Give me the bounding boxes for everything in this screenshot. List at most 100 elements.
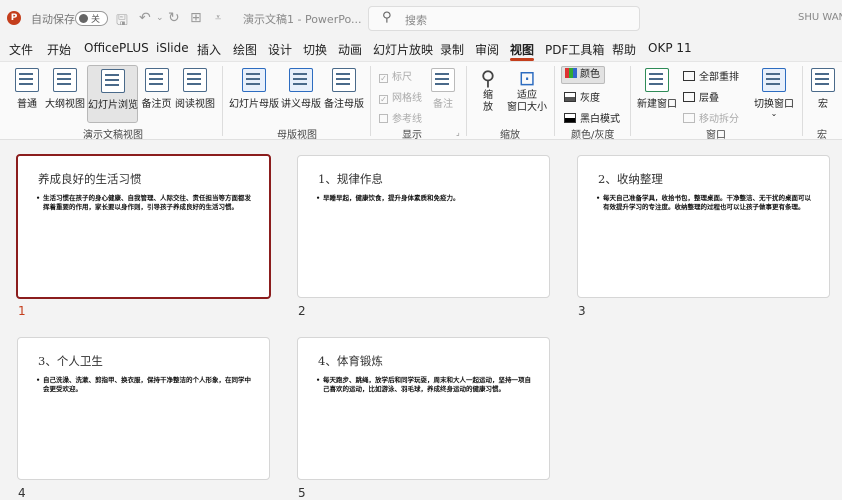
undo-icon[interactable]: ↶ [139,10,151,26]
grayscale-label: 灰度 [580,93,600,104]
new-window-icon [645,68,669,92]
slide-title: 1、规律作息 [318,172,383,186]
normal-view-button[interactable]: 普通 [8,68,46,110]
slide-thumbnail-5[interactable]: 4、体育锻炼 • 每天跑步、跳绳，放学后和同学玩耍，周末和大人一起运动，坚持一项自… [297,337,550,480]
tab-draw[interactable]: 绘图 [233,41,257,58]
arrange-all-label: 全部重排 [699,72,739,83]
title-bar: P 自动保存 关 🖫 ↶ ⌄ ↻ ⊞ ⩡ 演示文稿1 - PowerPo... … [0,0,842,36]
ribbon-divider [370,66,371,136]
zoom-button[interactable]: ⚲ 缩 放 [474,66,502,114]
switch-windows-button[interactable]: 切换窗口 ⌄ [753,68,795,118]
document-title: 演示文稿1 - PowerPo... [243,13,362,26]
guides-checkbox[interactable]: 参考线 [379,110,422,125]
notes-page-button[interactable]: 备注页 [140,68,173,110]
move-split-icon [683,113,695,123]
color-button[interactable]: 颜色 [561,66,605,84]
ribbon-tabs: 文件 开始 OfficePLUS iSlide 插入 绘图 设计 切换 动画 幻… [0,38,842,61]
reading-view-button[interactable]: 阅读视图 [174,68,216,110]
tab-home[interactable]: 开始 [47,41,71,58]
color-swatch-icon [565,68,577,78]
slide-number: 1 [18,304,26,318]
slide-body-text: 每天自己准备学具，收拾书包，整理桌面。干净整洁、无干扰的桌面可以有效提升学习的专… [603,194,811,211]
new-window-button[interactable]: 新建窗口 [637,68,677,110]
slide-sorter-button[interactable]: 幻灯片浏览 [87,65,138,123]
slide-body: • 生活习惯在孩子的身心健康、自我管理、人际交往、责任担当等方面都发挥着重要的作用… [36,194,253,211]
customize-quick-access-icon[interactable]: ⩡ [215,11,221,25]
reading-view-label: 阅读视图 [175,99,215,110]
arrange-all-button[interactable]: 全部重排 [683,68,739,83]
ribbon-divider [802,66,803,136]
tab-record[interactable]: 录制 [440,41,464,58]
tab-file[interactable]: 文件 [9,41,33,58]
ribbon: 普通 大纲视图 幻灯片浏览 备注页 阅读视图 演示文稿视图 幻灯片母版 讲义母版… [0,61,842,141]
tab-design[interactable]: 设计 [268,41,292,58]
fit-label-2: 窗口大小 [507,102,547,113]
grayscale-button[interactable]: 灰度 [564,89,600,104]
slide-thumbnail-4[interactable]: 3、个人卫生 • 自己洗澡、洗漱、剪指甲、换衣服，保持干净整洁的个人形象，在同学中… [17,337,270,480]
move-split-button[interactable]: 移动拆分 [683,110,739,125]
notes-button[interactable]: 备注 [430,68,456,110]
gridlines-checkbox[interactable]: ✓ 网格线 [379,89,422,104]
slide-body-text: 生活习惯在孩子的身心健康、自我管理、人际交往、责任担当等方面都发挥着重要的作用，… [43,194,251,211]
slide-master-button[interactable]: 幻灯片母版 [229,68,279,110]
slide-sorter-icon [100,69,125,93]
autosave-toggle[interactable]: 关 [75,11,108,26]
ruler-checkbox[interactable]: ✓ 标尺 [379,68,412,83]
handout-master-button[interactable]: 讲义母版 [281,68,321,110]
undo-dropdown-icon[interactable]: ⌄ [156,13,164,23]
tab-help[interactable]: 帮助 [612,41,636,58]
master-views-group-label: 母版视图 [277,130,317,141]
search-icon: ⚲ [382,10,392,25]
tab-okp[interactable]: OKP 11 [648,41,692,55]
black-white-label: 黑白模式 [580,114,620,125]
color-label: 颜色 [580,69,600,80]
user-name[interactable]: SHU WAN [798,12,842,23]
slide-master-icon [242,68,266,92]
new-window-label: 新建窗口 [637,99,677,110]
show-group-label: 显示 [402,130,422,141]
cascade-icon [683,92,695,102]
tab-insert[interactable]: 插入 [197,41,221,58]
macros-group-label: 宏 [817,130,827,141]
tab-slideshow[interactable]: 幻灯片放映 [373,41,433,58]
presentation-views-group-label: 演示文稿视图 [83,130,143,141]
notes-master-button[interactable]: 备注母版 [324,68,364,110]
tab-islide[interactable]: iSlide [156,41,189,55]
ribbon-divider [554,66,555,136]
bullet-icon: • [316,194,321,202]
tab-transitions[interactable]: 切换 [303,41,327,58]
guides-label: 参考线 [392,114,422,125]
fit-to-window-button[interactable]: ⊡ 适应 窗口大小 [505,66,549,114]
slide-thumbnail-2[interactable]: 1、规律作息 • 早睡早起，健康饮食，提升身体素质和免疫力。 [297,155,550,298]
slide-thumbnail-3[interactable]: 2、收纳整理 • 每天自己准备学具，收拾书包，整理桌面。干净整洁、无干扰的桌面可以… [577,155,830,298]
tab-officeplus[interactable]: OfficePLUS [84,41,149,55]
outline-view-button[interactable]: 大纲视图 [44,68,86,110]
tab-review[interactable]: 审阅 [475,41,499,58]
slide-title: 3、个人卫生 [38,354,103,368]
macros-button[interactable]: 宏 [810,68,836,110]
redo-icon[interactable]: ↻ [168,10,180,26]
slide-number: 3 [578,304,586,318]
slide-body: • 每天自己准备学具，收拾书包，整理桌面。干净整洁、无干扰的桌面可以有效提升学习的… [596,194,813,211]
normal-view-label: 普通 [17,99,37,110]
tab-view[interactable]: 视图 [510,41,535,61]
checkbox-icon: ✓ [379,74,388,83]
bullet-icon: • [596,194,601,202]
cascade-button[interactable]: 层叠 [683,89,719,104]
black-white-button[interactable]: 黑白模式 [564,110,620,125]
search-input[interactable]: ⚲ 搜索 [368,6,640,31]
tab-pdf-toolbox[interactable]: PDF工具箱 [545,41,604,58]
slide-thumbnail-1[interactable]: 养成良好的生活习惯 • 生活习惯在孩子的身心健康、自我管理、人际交往、责任担当等方… [16,154,271,299]
show-dialog-launcher-icon[interactable]: ⌟ [456,128,460,137]
powerpoint-logo-icon: P [7,11,21,25]
fit-label-1: 适应 [517,90,537,101]
slide-number: 4 [18,486,26,500]
presentation-icon[interactable]: ⊞ [190,10,202,26]
autosave-state: 关 [91,15,101,25]
bullet-icon: • [316,376,321,384]
notes-page-icon [144,68,169,92]
slide-body: • 每天跑步、跳绳，放学后和同学玩耍，周末和大人一起运动，坚持一项自己喜欢的运动，… [316,376,533,393]
slide-title: 养成良好的生活习惯 [38,172,142,186]
save-icon[interactable]: 🖫 [116,10,128,34]
tab-animations[interactable]: 动画 [338,41,362,58]
